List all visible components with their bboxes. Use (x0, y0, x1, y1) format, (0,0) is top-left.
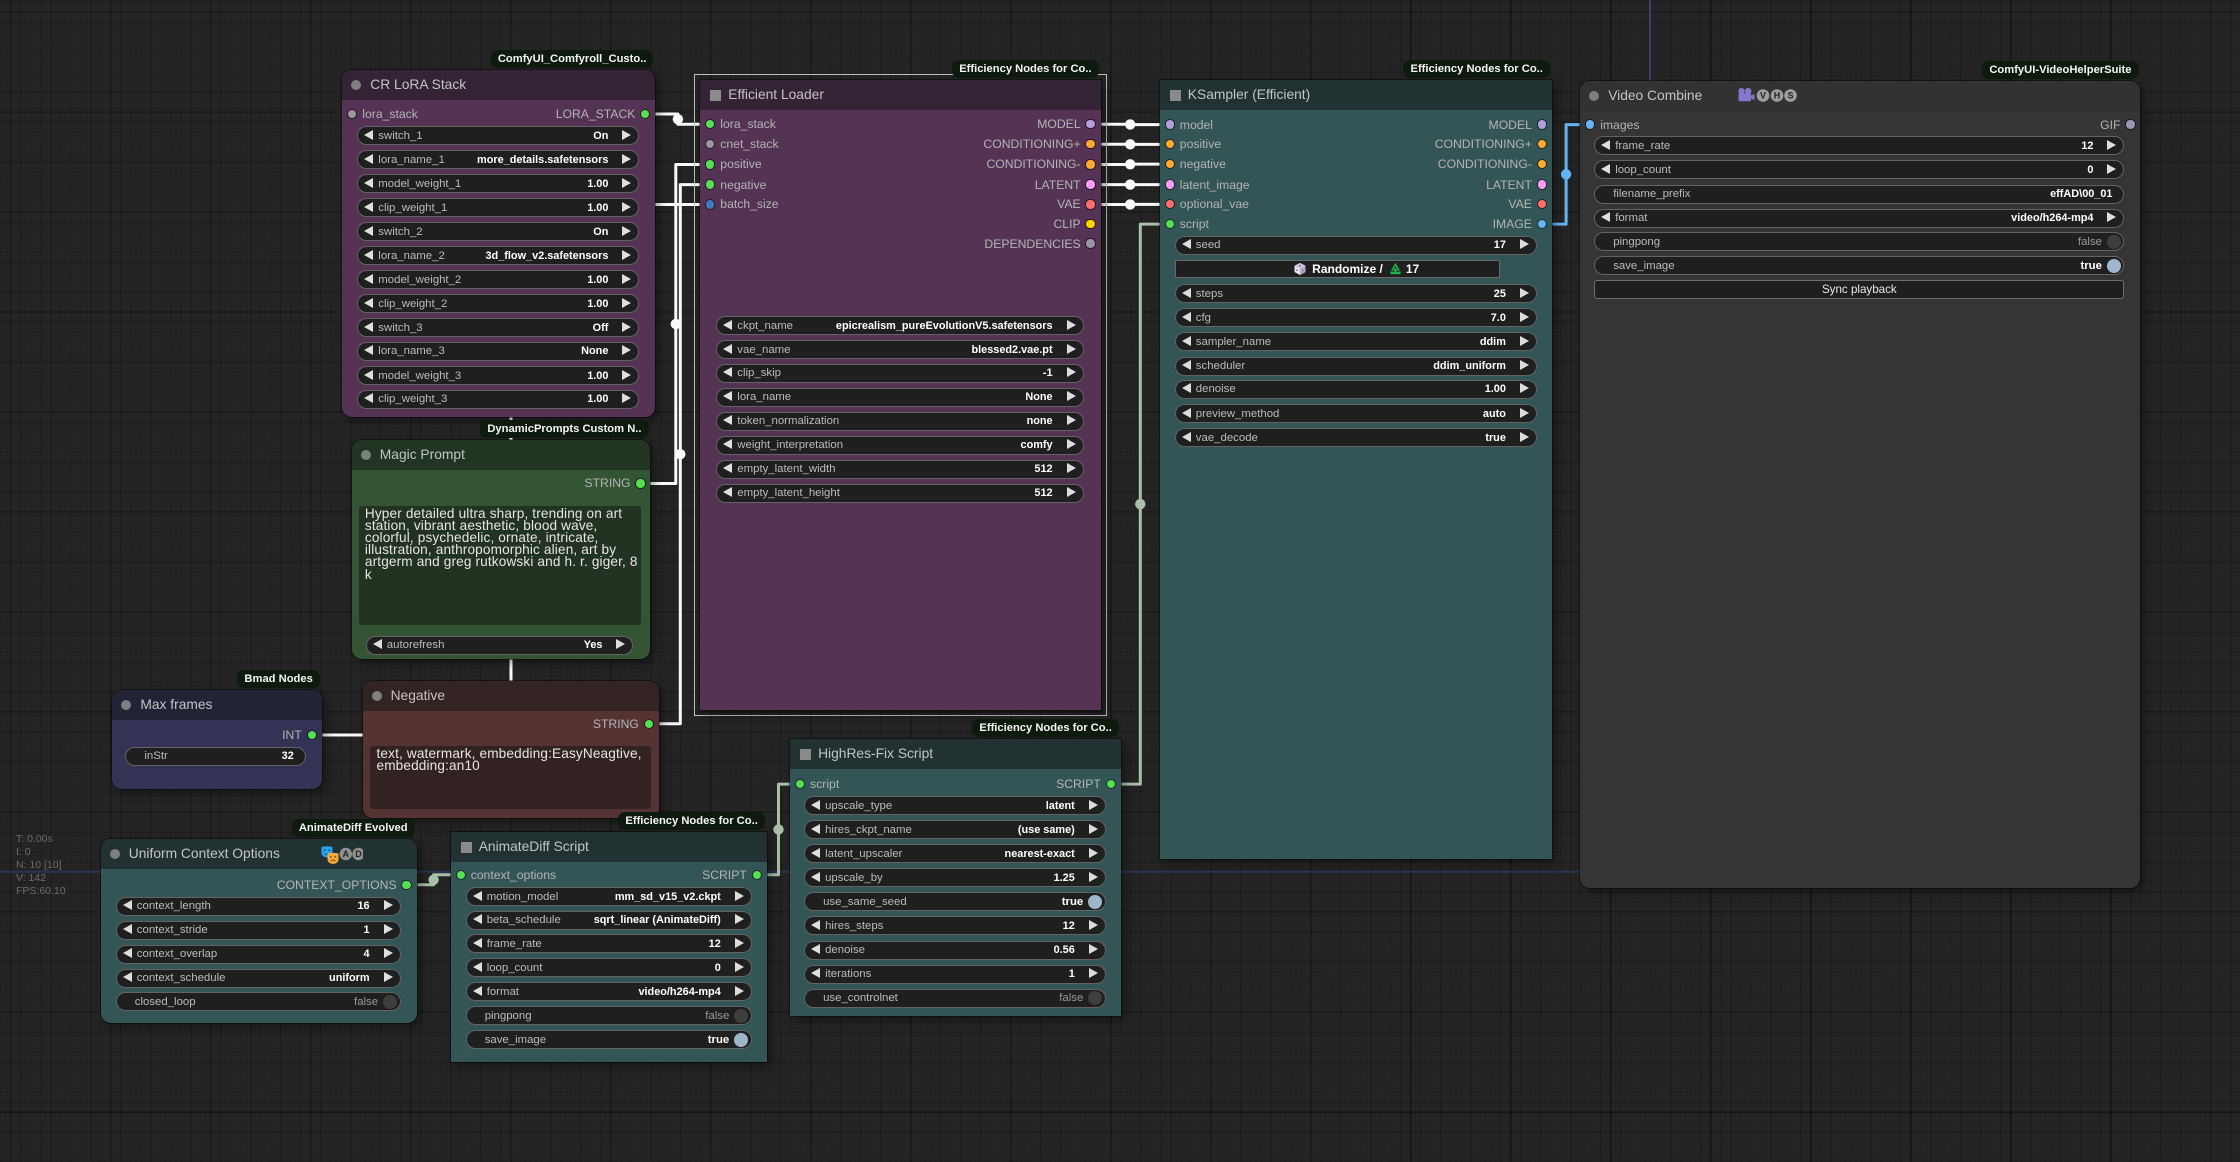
svg-text:D: D (355, 849, 362, 859)
svg-text:V: V (1760, 91, 1766, 101)
svg-text:H: H (1774, 91, 1781, 101)
svg-text:A: A (342, 849, 349, 859)
svg-text:S: S (1788, 91, 1794, 101)
